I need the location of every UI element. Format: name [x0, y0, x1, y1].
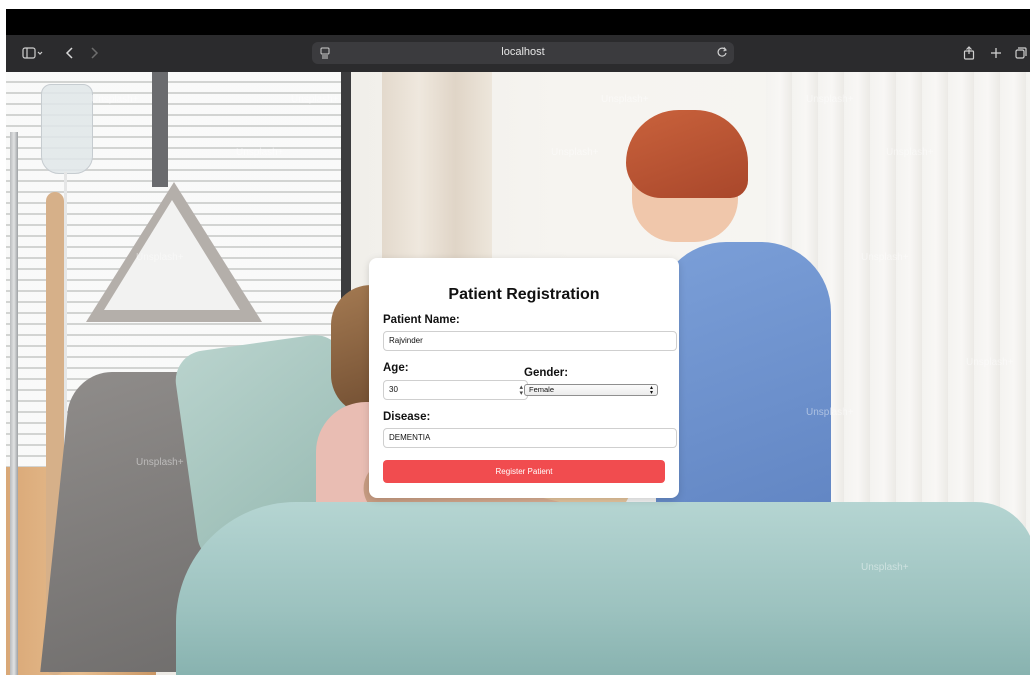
form-title: Patient Registration	[448, 286, 600, 303]
url-text: localhost	[501, 46, 545, 58]
share-button[interactable]	[961, 43, 977, 63]
watermark: Unsplash+	[806, 407, 854, 418]
iv-pole	[10, 132, 18, 675]
plus-icon	[991, 48, 1001, 58]
patient-name-value: Rajvinder	[389, 336, 423, 345]
gender-label: Gender:	[524, 367, 569, 379]
chevron-right-icon	[91, 47, 99, 59]
gender-selected-value: Female	[529, 385, 555, 394]
disease-input[interactable]: DEMENTIA	[383, 428, 677, 448]
address-bar[interactable]: localhost	[312, 42, 734, 64]
top-band	[6, 9, 1030, 35]
patient-name-label: Patient Name:	[383, 314, 460, 326]
tabs-overview-icon	[1015, 47, 1027, 59]
iv-bag	[41, 84, 93, 174]
watermark: Unsplash+	[136, 457, 184, 468]
watermark: Unsplash+	[806, 94, 854, 105]
watermark: Unsplash+	[601, 94, 649, 105]
sidebar-icon	[22, 47, 43, 59]
back-button[interactable]	[62, 43, 78, 63]
watermark: Unsplash+	[236, 147, 284, 158]
register-patient-button[interactable]: Register Patient	[383, 460, 665, 483]
age-value: 30	[389, 385, 398, 394]
watermark: Unsplash+	[861, 562, 909, 573]
disease-value: DEMENTIA	[389, 433, 431, 442]
watermark: Unsplash+	[136, 252, 184, 263]
watermark: Unsplash+	[966, 357, 1014, 368]
tab-overview-button[interactable]	[1014, 43, 1028, 63]
gender-select[interactable]: Female ▴ ▾	[524, 384, 658, 396]
age-label: Age:	[383, 362, 409, 374]
watermark: Unsplash+	[291, 94, 339, 105]
age-input[interactable]: 30 ▴ ▾	[383, 380, 528, 400]
browser-toolbar: localhost	[6, 35, 1030, 72]
screen: localhost Unsplash+ Unsplash+ Unsplash+ …	[0, 0, 1030, 675]
disease-label: Disease:	[383, 411, 431, 423]
watermark: Unsplash+	[861, 252, 909, 263]
select-arrows-icon: ▴ ▾	[649, 385, 653, 396]
new-tab-button[interactable]	[988, 43, 1004, 63]
patient-name-input[interactable]: Rajvinder	[383, 331, 677, 351]
stepper-icon[interactable]: ▴ ▾	[519, 384, 523, 397]
watermark: Unsplash+	[886, 147, 934, 158]
watermark: Unsplash+	[91, 94, 139, 105]
reload-icon[interactable]	[716, 45, 728, 63]
chevron-left-icon	[65, 47, 73, 59]
blanket	[176, 502, 1030, 675]
sidebar-toggle-button[interactable]	[18, 43, 48, 63]
watermark: Unsplash+	[551, 147, 599, 158]
trapeze-strap	[152, 72, 168, 187]
share-icon	[963, 46, 975, 60]
forward-button[interactable]	[86, 43, 102, 63]
registration-card: Patient Registration Patient Name: Rajvi…	[369, 258, 679, 498]
nurse-hair	[626, 110, 748, 198]
